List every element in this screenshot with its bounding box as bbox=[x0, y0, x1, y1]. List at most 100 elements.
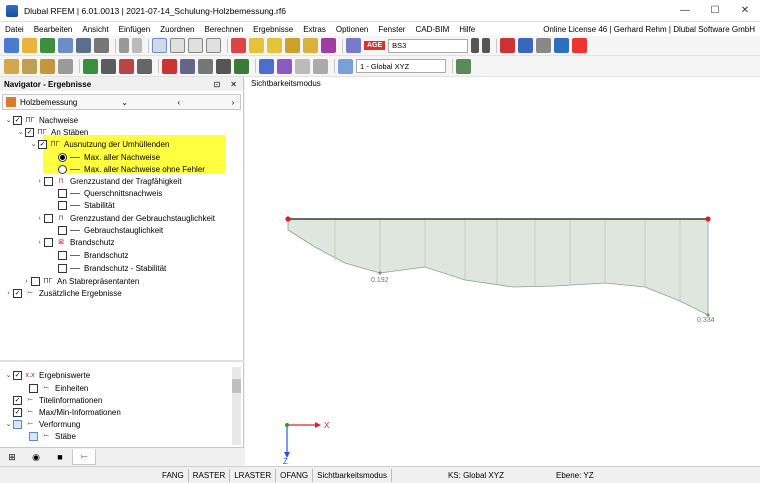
print-icon[interactable] bbox=[94, 38, 109, 53]
checkbox[interactable] bbox=[58, 188, 67, 198]
checkbox[interactable] bbox=[58, 263, 67, 273]
coordinate-icon[interactable] bbox=[338, 58, 353, 74]
checkbox[interactable]: ✓ bbox=[13, 370, 22, 380]
menu-ergebnisse[interactable]: Ergebnisse bbox=[248, 25, 298, 34]
tab-results-icon[interactable]: ⤚ bbox=[72, 449, 96, 465]
checkbox[interactable]: ✓ bbox=[13, 115, 22, 125]
diagram-icon[interactable] bbox=[321, 38, 336, 53]
collapse-icon[interactable]: ⌄ bbox=[4, 371, 13, 379]
menu-berechnen[interactable]: Berechnen bbox=[199, 25, 248, 34]
collapse-icon[interactable]: ⌄ bbox=[16, 128, 25, 136]
checkbox[interactable]: ✓ bbox=[25, 127, 34, 137]
node-right[interactable] bbox=[705, 216, 711, 222]
checkbox[interactable] bbox=[44, 237, 53, 247]
tree-row-zusaetzlich[interactable]: › ✓ ⤚ Zusätzliche Ergebnisse bbox=[4, 287, 122, 299]
menu-ansicht[interactable]: Ansicht bbox=[77, 25, 113, 34]
render-icon[interactable] bbox=[313, 58, 328, 74]
filter-icon[interactable] bbox=[536, 38, 552, 53]
menu-datei[interactable]: Datei bbox=[0, 25, 29, 34]
check-icon[interactable] bbox=[267, 38, 282, 53]
chevron-down-icon[interactable]: ⌄ bbox=[118, 98, 132, 107]
maximize-button[interactable]: ☐ bbox=[700, 0, 730, 22]
navigator-dropdown[interactable]: Holzbemessung ⌄ ‹ › bbox=[2, 94, 241, 110]
menu-bearbeiten[interactable]: Bearbeiten bbox=[29, 25, 78, 34]
checkbox[interactable] bbox=[58, 200, 67, 210]
collapse-icon[interactable]: ⌄ bbox=[4, 420, 13, 428]
menu-hilfe[interactable]: Hilfe bbox=[454, 25, 480, 34]
save-icon[interactable] bbox=[58, 38, 73, 53]
member-icon[interactable] bbox=[119, 58, 134, 74]
surface-icon[interactable] bbox=[137, 58, 152, 74]
checkbox[interactable]: ✓ bbox=[13, 288, 22, 298]
calc-icon[interactable] bbox=[231, 38, 246, 53]
expand-icon[interactable]: › bbox=[35, 215, 44, 222]
tree-row-gzg[interactable]: › ⊓ Grenzzustand der Gebrauchstauglichke… bbox=[35, 212, 215, 224]
checkbox[interactable] bbox=[44, 176, 53, 186]
tree-row-einheiten[interactable]: ⤚ Einheiten bbox=[29, 382, 88, 394]
chevron-left-icon[interactable]: ‹ bbox=[172, 98, 186, 107]
menu-extras[interactable]: Extras bbox=[298, 25, 331, 34]
select-icon[interactable] bbox=[4, 58, 19, 74]
collapse-icon[interactable]: ⌄ bbox=[29, 140, 38, 148]
prev-loadcase-icon[interactable] bbox=[471, 38, 480, 53]
move-icon[interactable] bbox=[40, 58, 55, 74]
tree-row-gebrauch[interactable]: Gebrauchstauglichkeit bbox=[58, 224, 163, 236]
visibility-mode-button[interactable]: Sichtbarkeitsmodus bbox=[313, 468, 392, 482]
pin-icon[interactable]: ⊡ bbox=[214, 80, 221, 89]
save-all-icon[interactable] bbox=[76, 38, 91, 53]
view-options-icon[interactable] bbox=[554, 38, 570, 53]
values-icon[interactable] bbox=[518, 38, 534, 53]
checkbox[interactable]: ✓ bbox=[13, 407, 22, 417]
checkbox[interactable] bbox=[31, 276, 40, 286]
tree-row-ausnutzung[interactable]: ⌄ ✓ ΠΓ Ausnutzung der Umhüllenden bbox=[29, 138, 169, 150]
section-icon[interactable] bbox=[234, 58, 249, 74]
tools-icon[interactable] bbox=[303, 38, 318, 53]
tree-row-brandschutz-sub[interactable]: Brandschutz bbox=[58, 249, 128, 261]
rotate-icon[interactable] bbox=[58, 58, 73, 74]
open-model-icon[interactable] bbox=[40, 38, 55, 53]
redo-icon[interactable] bbox=[132, 38, 142, 53]
fang-button[interactable]: FANG bbox=[158, 468, 189, 482]
tree-row-titelinfo[interactable]: ✓ ⤚ Titelinformationen bbox=[13, 394, 102, 406]
tree-row-gzt[interactable]: › ⊓ Grenzzustand der Tragfähigkeit bbox=[35, 175, 182, 187]
next-loadcase-icon[interactable] bbox=[482, 38, 491, 53]
tree-row-querschnitt[interactable]: Querschnittsnachweis bbox=[58, 187, 162, 199]
expand-icon[interactable]: › bbox=[35, 239, 44, 246]
report-icon[interactable] bbox=[285, 38, 300, 53]
dimension-icon[interactable] bbox=[198, 58, 213, 74]
menu-optionen[interactable]: Optionen bbox=[331, 25, 373, 34]
tree-row-brandschutz[interactable]: › ⊠ Brandschutz bbox=[35, 236, 114, 248]
checkbox[interactable] bbox=[58, 250, 67, 260]
isometric-icon[interactable] bbox=[295, 58, 310, 74]
results-icon[interactable] bbox=[249, 38, 264, 53]
new-icon[interactable] bbox=[4, 38, 19, 53]
view-4-icon[interactable] bbox=[206, 38, 221, 53]
tree-row-brandschutz-stab[interactable]: Brandschutz - Stabilität bbox=[58, 262, 166, 274]
ofang-button[interactable]: OFANG bbox=[276, 468, 314, 482]
checkbox[interactable] bbox=[13, 419, 22, 429]
filter-results-icon[interactable] bbox=[259, 58, 274, 74]
scrollbar[interactable] bbox=[232, 367, 241, 445]
transform-icon[interactable] bbox=[22, 58, 37, 74]
checkbox[interactable]: ✓ bbox=[13, 395, 22, 405]
coordinate-system-select[interactable]: 1 - Global XYZ bbox=[356, 59, 446, 73]
axis-icon[interactable] bbox=[216, 58, 231, 74]
tree-row-an-staeben[interactable]: ⌄ ✓ ΠΓ An Stäben bbox=[16, 126, 88, 138]
checkbox[interactable] bbox=[44, 213, 53, 223]
lraster-button[interactable]: LRASTER bbox=[230, 468, 277, 482]
view-1-icon[interactable] bbox=[152, 38, 167, 53]
loadcase-select[interactable]: BS3 bbox=[388, 38, 469, 53]
checkbox[interactable]: ✓ bbox=[38, 139, 47, 149]
checkbox[interactable] bbox=[29, 383, 38, 393]
minimize-button[interactable]: — bbox=[670, 0, 700, 22]
radio[interactable] bbox=[58, 164, 67, 174]
radio-selected[interactable] bbox=[58, 152, 67, 162]
close-button[interactable]: ✕ bbox=[730, 0, 760, 22]
loads-icon[interactable] bbox=[346, 38, 361, 53]
delete-icon[interactable] bbox=[572, 38, 588, 53]
hinge-icon[interactable] bbox=[180, 58, 195, 74]
open-folder-icon[interactable] bbox=[22, 38, 37, 53]
menu-zuordnen[interactable]: Zuordnen bbox=[155, 25, 199, 34]
expand-icon[interactable]: › bbox=[4, 290, 13, 297]
view-2-icon[interactable] bbox=[170, 38, 185, 53]
